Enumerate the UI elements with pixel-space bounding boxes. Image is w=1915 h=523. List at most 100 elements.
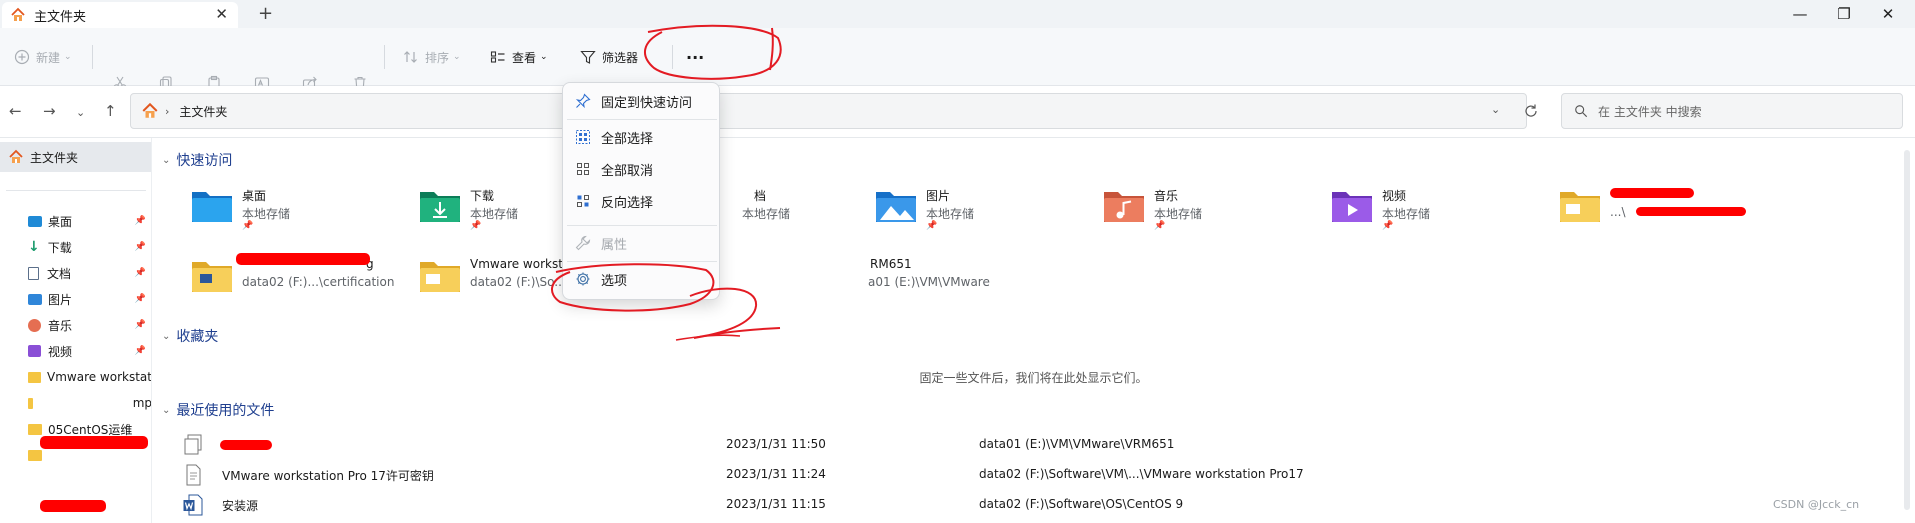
home-icon — [11, 7, 25, 21]
divider — [567, 261, 717, 262]
sort-label: 排序 — [425, 50, 450, 65]
invert-selection-icon — [577, 195, 589, 207]
music-icon — [28, 318, 41, 332]
sidebar-item-downloads[interactable]: ↓ 下载 📌 — [28, 236, 151, 258]
text-file-icon — [186, 464, 201, 486]
pin-icon: 📌 — [470, 221, 482, 231]
sidebar-item-home[interactable]: 主文件夹 — [0, 142, 151, 172]
recent-file-row[interactable]: 2023/1/31 11:50 data01 (E:)\VM\VMware\VR… — [182, 432, 1882, 458]
search-input[interactable]: 在 主文件夹 中搜索 — [1561, 93, 1903, 129]
home-icon — [142, 102, 158, 118]
recent-locations-chevron-icon[interactable]: ⌄ — [76, 106, 85, 119]
address-bar[interactable]: › 主文件夹 ⌄ — [130, 93, 1527, 129]
breadcrumb-home[interactable]: 主文件夹 — [179, 103, 227, 120]
chevron-down-icon: ⌄ — [162, 154, 171, 166]
view-button[interactable]: 查看 ⌄ — [490, 46, 548, 68]
quick-access-title: 快速访问 — [176, 153, 233, 169]
quick-tile-videos[interactable]: 视频 本地存储 📌 — [1330, 184, 1550, 234]
gear-icon — [576, 272, 590, 286]
recent-files-title: 最近使用的文件 — [176, 403, 275, 419]
pin-icon: 📌 — [134, 242, 146, 252]
vertical-scrollbar[interactable] — [1904, 150, 1910, 510]
chevron-down-icon: ⌄ — [540, 52, 548, 62]
search-icon — [1575, 105, 1588, 118]
redaction-bar — [40, 436, 148, 449]
desktop-folder-icon — [192, 192, 232, 222]
select-all-icon — [576, 130, 590, 144]
plus-circle-icon — [14, 49, 30, 65]
recent-file-row[interactable]: VMware workstation Pro 17许可密钥 2023/1/31 … — [182, 462, 1882, 488]
pin-icon: 📌 — [134, 320, 146, 330]
redaction-bar — [1636, 207, 1746, 216]
favorites-header[interactable]: ⌄ 收藏夹 — [162, 326, 218, 346]
chevron-down-icon: ⌄ — [64, 52, 72, 62]
recent-file-row[interactable]: 安装源 2023/1/31 11:15 data02 (F:)\Software… — [182, 492, 1882, 518]
folder-icon — [28, 449, 42, 461]
redaction-bar — [220, 440, 272, 450]
menu-item-properties[interactable]: 属性 — [563, 229, 721, 257]
pin-icon: 📌 — [242, 221, 254, 231]
navigation-pane: 主文件夹 桌面 📌 ↓ 下载 📌 文档 📌 图片 📌 音乐 📌 视频 📌 Vmw… — [0, 138, 152, 523]
home-icon — [9, 149, 23, 163]
up-arrow-icon[interactable]: ↑ — [104, 102, 117, 120]
quick-access-header[interactable]: ⌄ 快速访问 — [162, 150, 232, 170]
pictures-icon — [28, 293, 42, 305]
videos-folder-icon — [1332, 192, 1372, 222]
redaction-bar — [1610, 188, 1694, 198]
address-history-chevron-icon[interactable]: ⌄ — [1491, 103, 1500, 116]
favorites-empty-message: 固定一些文件后，我们将在此处显示它们。 — [919, 371, 1148, 385]
watermark-text: CSDN @Jcck_cn — [1773, 498, 1860, 511]
forward-arrow-icon[interactable]: → — [43, 102, 56, 120]
sidebar-home-label: 主文件夹 — [30, 150, 79, 165]
close-window-button[interactable]: ✕ — [1858, 2, 1915, 26]
pin-icon: 📌 — [134, 346, 146, 356]
recent-files-header[interactable]: ⌄ 最近使用的文件 — [162, 400, 274, 420]
back-arrow-icon[interactable]: ← — [9, 102, 22, 120]
tab-close-icon[interactable]: ✕ — [215, 5, 228, 23]
quick-tile-desktop[interactable]: 桌面 本地存储 📌 — [190, 184, 410, 234]
menu-item-options[interactable]: 选项 — [563, 265, 721, 293]
more-icon: ··· — [686, 47, 705, 67]
divider — [92, 45, 93, 69]
chevron-down-icon: ⌄ — [162, 404, 171, 416]
sort-icon — [404, 51, 417, 63]
video-icon — [28, 345, 41, 357]
divider — [672, 45, 673, 69]
pin-icon: 📌 — [926, 221, 938, 231]
redaction-bar — [236, 253, 370, 265]
filter-icon — [580, 50, 596, 64]
music-folder-icon — [1104, 192, 1144, 222]
breadcrumb-separator-icon: › — [165, 104, 170, 118]
pin-icon: 📌 — [134, 216, 146, 226]
quick-tile-pictures[interactable]: 图片 本地存储 📌 — [874, 184, 1094, 234]
desktop-icon — [28, 215, 42, 227]
pictures-folder-icon — [876, 192, 916, 222]
menu-item-select-none[interactable]: 全部取消 — [563, 155, 721, 183]
divider — [567, 225, 717, 226]
document-icon — [28, 266, 39, 280]
sidebar-item-videos[interactable]: 视频 📌 — [28, 340, 151, 362]
refresh-icon[interactable] — [1523, 103, 1539, 119]
sidebar-item-folder[interactable]: mp — [28, 392, 151, 414]
folder-icon — [1560, 192, 1600, 222]
sidebar-item-folder[interactable]: Vmware workstat — [28, 366, 151, 388]
menu-item-pin-quick-access[interactable]: 固定到快速访问 — [563, 87, 721, 115]
sidebar-item-music[interactable]: 音乐 📌 — [28, 314, 151, 336]
sort-button[interactable]: 排序 ⌄ — [403, 46, 461, 68]
sidebar-item-pictures[interactable]: 图片 📌 — [28, 288, 151, 310]
menu-item-invert-selection[interactable]: 反向选择 — [563, 187, 721, 215]
divider — [567, 119, 717, 120]
pin-icon — [575, 93, 591, 109]
new-button[interactable]: 新建 ⌄ — [14, 46, 72, 68]
sidebar-item-documents[interactable]: 文档 📌 — [28, 262, 151, 284]
sidebar-item-desktop[interactable]: 桌面 📌 — [28, 210, 151, 232]
new-tab-button[interactable]: + — [258, 3, 273, 24]
folder-icon — [28, 371, 41, 383]
more-button[interactable]: ··· — [686, 46, 704, 68]
address-row: ← → ⌄ ↑ › 主文件夹 ⌄ 在 主文件夹 中搜索 — [0, 86, 1915, 138]
quick-tile-music[interactable]: 音乐 本地存储 📌 — [1102, 184, 1322, 234]
filter-button[interactable]: 筛选器 — [580, 46, 638, 68]
more-options-menu: 固定到快速访问 全部选择 全部取消 反向选择 属性 选项 — [562, 82, 720, 300]
tab-home[interactable]: 主文件夹 ✕ — [2, 2, 238, 28]
menu-item-select-all[interactable]: 全部选择 — [563, 123, 721, 151]
